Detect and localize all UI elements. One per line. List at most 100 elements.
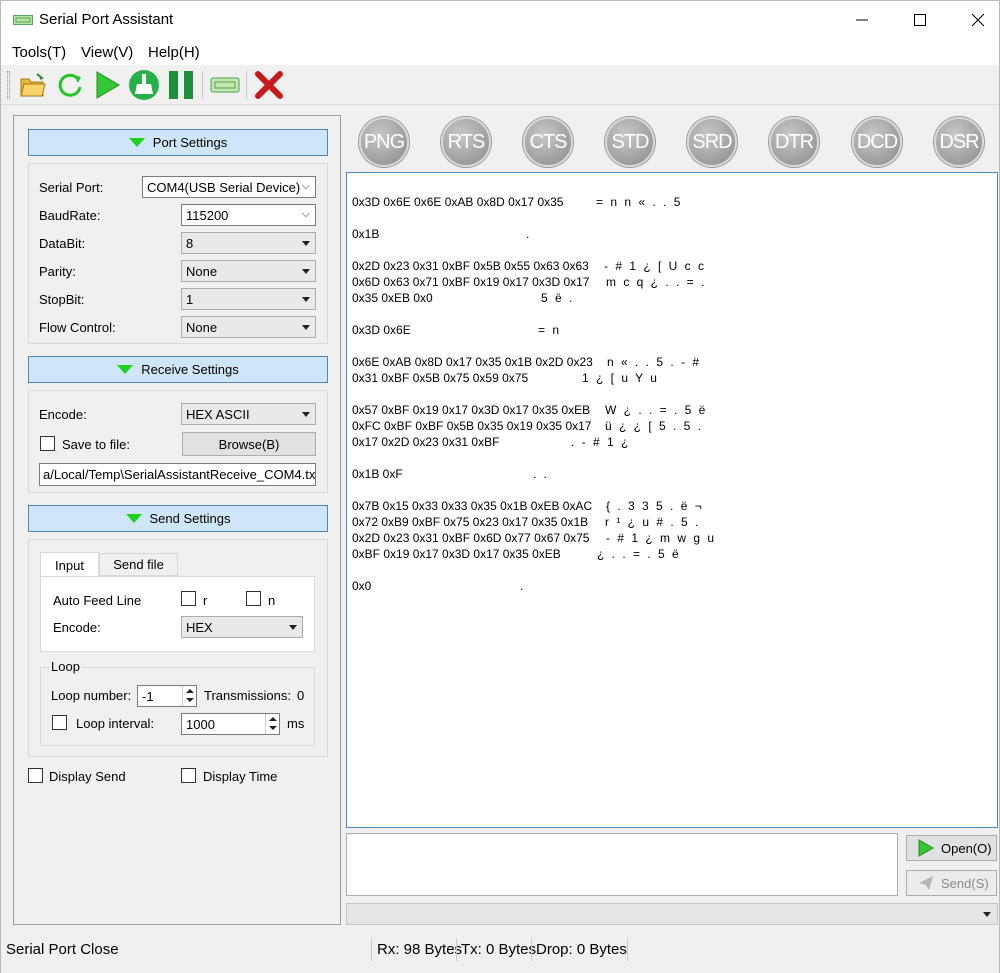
receive-hex: 0x6D 0x63 0x71 0xBF 0x19 0x17 0x3D 0x17 bbox=[352, 275, 590, 289]
serial-port-icon bbox=[210, 77, 240, 93]
receive-ascii: 5 ë . bbox=[541, 291, 575, 305]
expand-triangle-icon bbox=[125, 514, 142, 523]
open-folder-button[interactable] bbox=[17, 69, 49, 101]
menu-tools[interactable]: Tools(T) bbox=[12, 44, 66, 61]
loop-title: Loop bbox=[49, 659, 82, 674]
receive-encode-select[interactable]: HEX ASCII bbox=[181, 403, 316, 425]
display-time-checkbox[interactable] bbox=[181, 768, 196, 783]
receive-ascii: ¿ . . = . 5 ë bbox=[597, 547, 681, 561]
parity-label: Parity: bbox=[39, 264, 76, 279]
parity-value: None bbox=[186, 264, 218, 279]
loop-interval-label: Loop interval: bbox=[76, 716, 155, 731]
receive-line: 0x6E 0xAB 0x8D 0x17 0x35 0x1B 0x2D 0x23 n… bbox=[352, 355, 699, 369]
status-separator bbox=[456, 939, 457, 961]
dropdown-arrow-icon bbox=[302, 325, 310, 330]
loop-interval-checkbox[interactable] bbox=[52, 715, 67, 730]
send-encode-select[interactable]: HEX bbox=[181, 616, 303, 638]
baudrate-value: 115200 bbox=[186, 208, 229, 223]
receive-hex: 0x3D 0x6E 0x6E 0xAB 0x8D 0x17 0x35 bbox=[352, 195, 564, 209]
receive-line: 0x0. bbox=[352, 579, 523, 593]
menu-help[interactable]: Help(H) bbox=[148, 44, 200, 61]
send-button[interactable]: Send(S) bbox=[906, 870, 997, 896]
receive-ascii: 1 ¿ [ u Y u bbox=[582, 371, 659, 385]
flow-control-value: None bbox=[186, 320, 218, 335]
maximize-icon bbox=[914, 14, 926, 26]
save-to-file-label: Save to file: bbox=[62, 437, 130, 452]
stopbit-select[interactable]: 1 bbox=[181, 288, 316, 310]
send-icon bbox=[919, 876, 933, 890]
menu-bar: Tools(T) View(V) Help(H) bbox=[1, 39, 999, 65]
receive-ascii: . . bbox=[533, 467, 550, 481]
receive-line: 0x17 0x2D 0x23 0x31 0xBF . - # 1 ¿ bbox=[352, 435, 628, 449]
ms-label: ms bbox=[287, 716, 305, 731]
baudrate-select[interactable]: 115200 ⌵ bbox=[181, 204, 316, 226]
receive-line: 0x1B 0xF . . bbox=[352, 467, 547, 481]
receive-settings-header[interactable]: Receive Settings bbox=[28, 356, 328, 383]
flow-control-label: Flow Control: bbox=[39, 320, 116, 335]
receive-line: 0x31 0xBF 0x5B 0x75 0x59 0x75 1 ¿ [ u Y u bbox=[352, 371, 657, 385]
send-settings-title: Send Settings bbox=[149, 511, 231, 526]
display-time-label: Display Time bbox=[203, 769, 278, 784]
feed-n-checkbox[interactable] bbox=[246, 591, 261, 606]
dropdown-arrow-icon bbox=[983, 912, 991, 917]
flow-control-select[interactable]: None bbox=[181, 316, 316, 338]
expand-triangle-icon bbox=[128, 138, 145, 147]
save-to-file-checkbox[interactable] bbox=[40, 436, 55, 451]
receive-line: 0x57 0xBF 0x19 0x17 0x3D 0x17 0x35 0xEB W… bbox=[352, 403, 705, 417]
loop-interval-spinbox[interactable]: 1000 bbox=[181, 713, 280, 735]
led-png: PNG bbox=[359, 117, 409, 167]
send-textarea[interactable] bbox=[346, 833, 898, 896]
serial-port-select[interactable]: COM4(USB Serial Device) ⌵ bbox=[142, 176, 316, 198]
parity-select[interactable]: None bbox=[181, 260, 316, 282]
file-path-input[interactable]: a/Local/Temp\SerialAssistantReceive_COM4… bbox=[39, 463, 316, 486]
spin-down-icon[interactable] bbox=[265, 724, 279, 734]
databit-label: DataBit: bbox=[39, 236, 86, 251]
display-send-checkbox[interactable] bbox=[28, 768, 43, 783]
dropdown-arrow-icon bbox=[302, 269, 310, 274]
clear-button[interactable] bbox=[128, 69, 160, 101]
start-button[interactable] bbox=[91, 69, 123, 101]
browse-button[interactable]: Browse(B) bbox=[182, 432, 316, 456]
settings-panel: Port Settings Serial Port: COM4(USB Seri… bbox=[13, 115, 341, 925]
pause-button[interactable] bbox=[165, 69, 197, 101]
receive-textarea[interactable]: 0x3D 0x6E 0x6E 0xAB 0x8D 0x17 0x35 = n n … bbox=[346, 172, 998, 828]
receive-ascii: = n n « . . 5 bbox=[596, 195, 683, 209]
refresh-icon bbox=[58, 73, 82, 97]
feed-r-checkbox[interactable] bbox=[181, 591, 196, 606]
history-select[interactable] bbox=[346, 903, 998, 925]
tab-input[interactable]: Input bbox=[40, 552, 99, 577]
toolbar-grip[interactable] bbox=[7, 71, 10, 99]
receive-line: 0x2D 0x23 0x31 0xBF 0x6D 0x77 0x67 0x75 -… bbox=[352, 531, 714, 545]
minimize-button[interactable] bbox=[833, 1, 891, 39]
serial-port-button[interactable] bbox=[209, 69, 241, 101]
receive-ascii: . bbox=[526, 227, 532, 241]
refresh-button[interactable] bbox=[54, 69, 86, 101]
drop-count: Drop: 0 Bytes bbox=[536, 941, 627, 958]
loop-number-label: Loop number: bbox=[51, 688, 132, 703]
menu-view[interactable]: View(V) bbox=[81, 44, 133, 61]
loop-number-spinbox[interactable]: -1 bbox=[137, 685, 197, 707]
status-separator bbox=[627, 939, 628, 961]
receive-ascii: r ¹ ¿ u # . 5 . bbox=[605, 515, 701, 529]
receive-ascii: . bbox=[520, 579, 526, 593]
loop-number-value: -1 bbox=[142, 689, 154, 704]
feed-n-label: n bbox=[268, 593, 276, 608]
spin-up-icon[interactable] bbox=[182, 686, 196, 696]
stop-button[interactable] bbox=[253, 69, 285, 101]
close-button[interactable] bbox=[949, 1, 1000, 39]
play-icon bbox=[96, 71, 120, 99]
send-settings-header[interactable]: Send Settings bbox=[28, 505, 328, 532]
open-button[interactable]: Open(O) bbox=[906, 835, 997, 861]
receive-hex: 0x35 0xEB 0x0 bbox=[352, 291, 433, 305]
spin-up-icon[interactable] bbox=[265, 714, 279, 724]
databit-select[interactable]: 8 bbox=[181, 232, 316, 254]
maximize-button[interactable] bbox=[891, 1, 949, 39]
transmissions-value: 0 bbox=[297, 688, 305, 703]
port-status: Serial Port Close bbox=[6, 941, 119, 958]
spin-down-icon[interactable] bbox=[182, 696, 196, 706]
receive-ascii: { . 3 3 5 . ë ¬ bbox=[606, 499, 704, 513]
status-separator bbox=[371, 939, 372, 961]
led-dtr: DTR bbox=[769, 117, 819, 167]
port-settings-header[interactable]: Port Settings bbox=[28, 129, 328, 156]
tab-send-file[interactable]: Send file bbox=[99, 553, 178, 576]
